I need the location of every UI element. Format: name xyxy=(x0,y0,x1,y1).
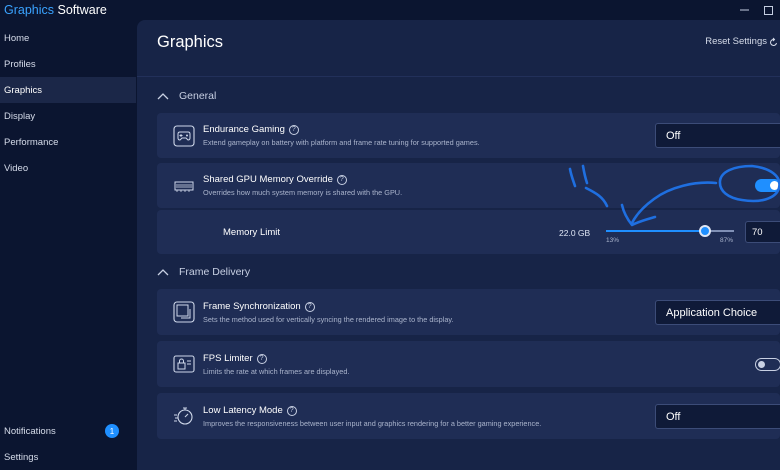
low-latency-label: Low Latency Mode xyxy=(203,405,283,416)
sidebar-item-home[interactable]: Home xyxy=(0,25,136,51)
memory-limit-stepper[interactable]: 70 xyxy=(745,221,780,243)
endurance-gaming-label: Endurance Gaming xyxy=(203,124,285,135)
frame-sync-title: Frame Synchronization ? xyxy=(203,301,454,312)
page-title: Graphics xyxy=(157,33,224,51)
slider-fill xyxy=(606,230,705,232)
window-controls xyxy=(732,0,780,20)
sidebar-bottom: Notifications 1 Settings xyxy=(0,418,136,470)
memory-limit-card: Memory Limit 22.0 GB 13% 87% 70 xyxy=(157,210,780,254)
slider-max-label: 87% xyxy=(720,237,734,244)
app-title-rest: Software xyxy=(54,3,107,17)
shared-gpu-memory-title: Shared GPU Memory Override ? xyxy=(203,174,402,185)
shared-gpu-memory-desc: Overrides how much system memory is shar… xyxy=(203,188,403,197)
help-icon[interactable]: ? xyxy=(288,124,299,135)
endurance-gaming-dropdown[interactable]: Off xyxy=(655,123,780,148)
sidebar-item-display[interactable]: Display xyxy=(0,103,136,129)
endurance-gaming-title: Endurance Gaming ? xyxy=(203,124,480,135)
low-latency-text: Low Latency Mode ? Improves the responsi… xyxy=(203,405,541,428)
endurance-gaming-text: Endurance Gaming ? Extend gameplay on ba… xyxy=(203,124,480,147)
frame-sync-card: Frame Synchronization ? Sets the method … xyxy=(157,289,780,335)
low-latency-value: Off xyxy=(666,410,681,423)
fps-limiter-title: FPS Limiter ? xyxy=(203,353,349,364)
frame-sync-text: Frame Synchronization ? Sets the method … xyxy=(203,301,454,324)
sidebar-item-graphics[interactable]: Graphics xyxy=(0,77,136,103)
maximize-icon xyxy=(763,5,773,15)
reset-icon xyxy=(770,37,777,46)
memory-limit-label: Memory Limit xyxy=(223,227,281,238)
toggle-knob xyxy=(758,360,765,368)
maximize-button[interactable] xyxy=(756,0,780,20)
shared-gpu-memory-text: Shared GPU Memory Override ? Overrides h… xyxy=(203,174,402,197)
section-frame-delivery-header[interactable]: Frame Delivery xyxy=(157,266,250,278)
reset-settings-label: Reset Settings xyxy=(705,36,767,47)
endurance-gaming-value: Off xyxy=(666,129,681,142)
memory-chip-icon xyxy=(173,175,195,197)
frame-sync-desc: Sets the method used for vertically sync… xyxy=(203,315,454,324)
slider-thumb[interactable] xyxy=(698,225,711,237)
frame-sync-dropdown[interactable]: Application Choice xyxy=(655,300,780,325)
shared-gpu-memory-card: Shared GPU Memory Override ? Overrides h… xyxy=(157,163,780,208)
minimize-icon xyxy=(739,9,749,11)
stopwatch-icon xyxy=(173,405,195,427)
low-latency-dropdown[interactable]: Off xyxy=(655,404,780,429)
minimize-button[interactable] xyxy=(732,0,756,20)
low-latency-desc: Improves the responsiveness between user… xyxy=(203,419,542,428)
main-panel: Graphics Reset Settings General Enduranc… xyxy=(137,20,780,470)
reset-settings-button[interactable]: Reset Settings xyxy=(705,36,778,47)
fps-limiter-toggle[interactable] xyxy=(755,358,780,371)
section-general-header[interactable]: General xyxy=(157,90,216,102)
sidebar-item-performance[interactable]: Performance xyxy=(0,129,136,155)
section-general-label: General xyxy=(179,90,217,102)
memory-limit-slider[interactable] xyxy=(606,225,734,237)
help-icon[interactable]: ? xyxy=(256,353,267,364)
help-icon[interactable]: ? xyxy=(286,405,297,416)
notifications-label: Notifications xyxy=(4,425,56,437)
sidebar: Home Profiles Graphics Display Performan… xyxy=(0,20,136,470)
fps-lock-icon xyxy=(173,353,195,375)
shared-gpu-memory-label: Shared GPU Memory Override xyxy=(203,174,333,185)
sidebar-item-settings[interactable]: Settings xyxy=(0,444,136,470)
fps-limiter-text: FPS Limiter ? Limits the rate at which f… xyxy=(203,353,349,376)
help-icon[interactable]: ? xyxy=(336,174,347,185)
endurance-gaming-card: Endurance Gaming ? Extend gameplay on ba… xyxy=(157,113,780,158)
section-frame-delivery-label: Frame Delivery xyxy=(179,266,251,278)
low-latency-card: Low Latency Mode ? Improves the responsi… xyxy=(157,393,780,439)
notification-count-badge: 1 xyxy=(105,424,119,438)
app-title-brand: Graphics xyxy=(4,3,55,17)
low-latency-title: Low Latency Mode ? xyxy=(203,405,541,416)
gamepad-battery-icon xyxy=(173,125,195,147)
slider-min-label: 13% xyxy=(606,237,620,244)
shared-gpu-memory-toggle[interactable] xyxy=(755,179,780,192)
header-divider xyxy=(137,76,780,77)
frame-sync-label: Frame Synchronization xyxy=(203,301,301,312)
help-icon[interactable]: ? xyxy=(304,301,315,312)
frame-sync-value: Application Choice xyxy=(666,306,758,319)
frame-sync-icon xyxy=(173,301,195,323)
sidebar-item-profiles[interactable]: Profiles xyxy=(0,51,136,77)
chevron-up-icon xyxy=(157,269,169,276)
fps-limiter-card: FPS Limiter ? Limits the rate at which f… xyxy=(157,341,780,387)
title-bar: Graphics Software xyxy=(0,0,780,20)
fps-limiter-desc: Limits the rate at which frames are disp… xyxy=(203,367,350,376)
endurance-gaming-desc: Extend gameplay on battery with platform… xyxy=(203,138,480,147)
toggle-knob xyxy=(770,181,779,190)
memory-limit-stepper-value: 70 xyxy=(752,226,763,238)
sidebar-item-notifications[interactable]: Notifications 1 xyxy=(0,418,136,444)
app-title: Graphics Software xyxy=(0,3,107,17)
fps-limiter-label: FPS Limiter xyxy=(203,353,253,364)
chevron-up-icon xyxy=(157,93,169,100)
sidebar-nav: Home Profiles Graphics Display Performan… xyxy=(0,25,136,181)
memory-limit-value: 22.0 GB xyxy=(559,228,591,238)
sidebar-item-video[interactable]: Video xyxy=(0,155,136,181)
